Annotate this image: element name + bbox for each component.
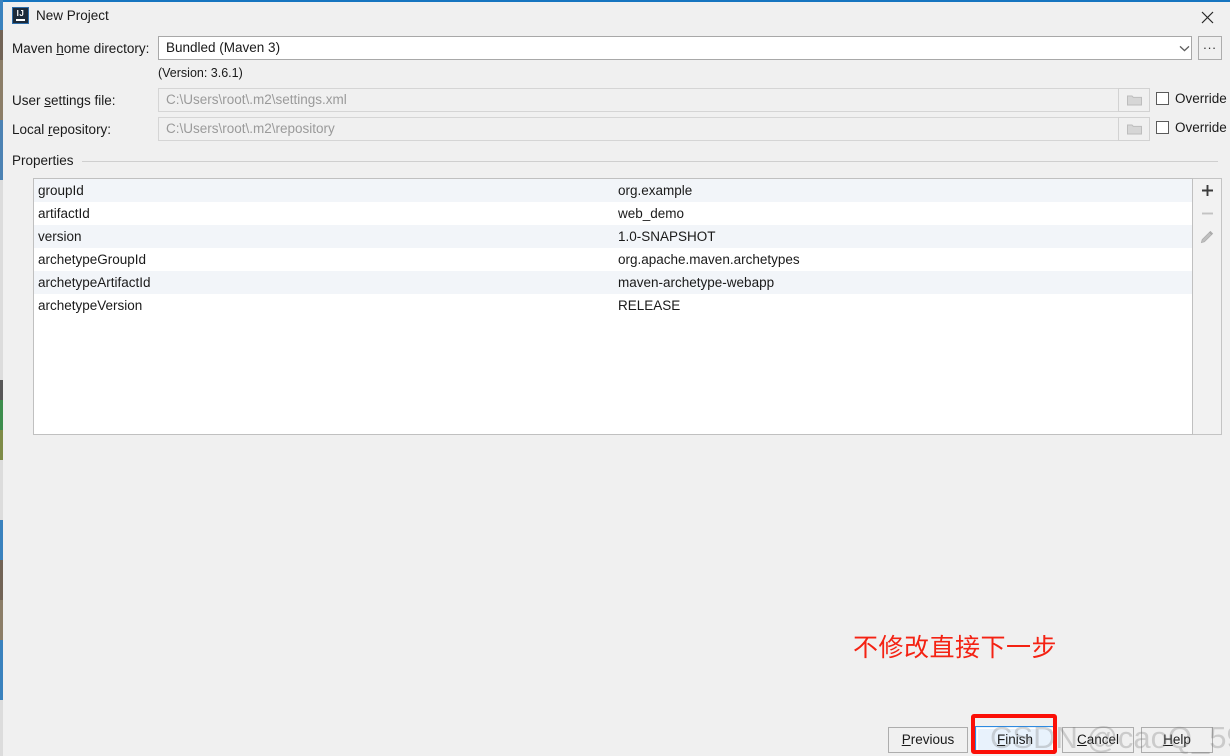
user-settings-override-label: Override [1175,91,1227,106]
maven-version-note: (Version: 3.6.1) [158,66,243,80]
maven-home-label: Maven home directory: [12,41,149,56]
plus-icon[interactable] [1193,179,1221,202]
chevron-down-icon[interactable] [1176,36,1192,60]
property-value: maven-archetype-webapp [618,275,775,290]
help-label-post: elp [1172,732,1191,747]
screenshot-edge-artifact [0,0,3,756]
local-repository-input[interactable]: C:\Users\root\.m2\repository [158,117,1123,141]
properties-section-label: Properties [12,153,82,168]
help-button[interactable]: Help [1141,727,1213,753]
property-key: version [38,229,82,244]
maven-home-label-pre: Maven [12,41,57,56]
local-repo-label-post: epository: [52,122,112,137]
properties-table-toolbar [1193,178,1222,435]
table-row[interactable]: artifactId web_demo [34,202,1192,225]
app-icon-letters: IJ [16,9,25,18]
property-key: archetypeVersion [38,298,143,313]
table-row[interactable]: archetypeVersion RELEASE [34,294,1192,317]
local-repo-label-pre: Local [12,122,49,137]
local-repository-label: Local repository: [12,122,111,137]
table-row[interactable]: groupId org.example [34,179,1192,202]
previous-label-post: revious [910,732,955,747]
maven-home-browse-button[interactable]: ... [1198,36,1222,60]
local-repository-override-label: Override [1175,120,1227,135]
intellij-idea-icon: IJ [12,7,29,24]
cancel-label-post: ancel [1086,732,1120,747]
user-settings-label-mnemonic: s [44,93,52,108]
user-settings-override-checkbox[interactable] [1156,92,1169,105]
property-value: org.apache.maven.archetypes [618,252,800,267]
window-title: New Project [36,8,109,23]
annotation-note: 不修改直接下一步 [853,633,1058,662]
local-repository-override[interactable]: Override [1156,120,1227,135]
maven-home-directory-combo[interactable]: Bundled (Maven 3) [158,36,1192,60]
user-settings-file-label: User settings file: [12,93,116,108]
property-value: org.example [618,183,693,198]
finish-label-mnemonic: F [996,732,1006,747]
maven-home-label-post: ome directory: [63,41,150,56]
window-title-bar: IJ New Project [3,0,1230,30]
user-settings-file-input[interactable]: C:\Users\root\.m2\settings.xml [158,88,1123,112]
pencil-icon[interactable] [1193,225,1221,248]
table-row[interactable]: version 1.0-SNAPSHOT [34,225,1192,248]
previous-label-mnemonic: P [901,732,911,747]
local-repository-folder-icon[interactable] [1118,117,1150,141]
cancel-button[interactable]: Cancel [1062,727,1134,753]
user-settings-label-post: ettings file: [51,93,116,108]
maven-home-label-mnemonic: h [56,41,64,56]
minus-icon [1193,202,1221,225]
finish-button[interactable]: Finish [975,726,1055,754]
previous-button[interactable]: Previous [888,727,968,753]
property-key: artifactId [38,206,90,221]
property-key: groupId [38,183,84,198]
local-repository-override-checkbox[interactable] [1156,121,1169,134]
finish-label-post: inish [1005,732,1033,747]
properties-table[interactable]: groupId org.example artifactId web_demo … [33,178,1193,435]
table-row[interactable]: archetypeGroupId org.apache.maven.archet… [34,248,1192,271]
user-settings-label-pre: User [12,93,45,108]
property-value: 1.0-SNAPSHOT [618,229,716,244]
user-settings-override[interactable]: Override [1156,91,1227,106]
close-icon[interactable] [1184,4,1230,30]
cancel-label-mnemonic: C [1076,732,1087,747]
property-key: archetypeArtifactId [38,275,151,290]
user-settings-folder-icon[interactable] [1118,88,1150,112]
property-value: web_demo [618,206,685,221]
properties-separator [12,161,1218,162]
help-label-mnemonic: H [1163,732,1173,747]
property-key: archetypeGroupId [38,252,147,267]
app-icon-underbar [16,19,25,21]
property-value: RELEASE [618,298,681,313]
table-row[interactable]: archetypeArtifactId maven-archetype-weba… [34,271,1192,294]
